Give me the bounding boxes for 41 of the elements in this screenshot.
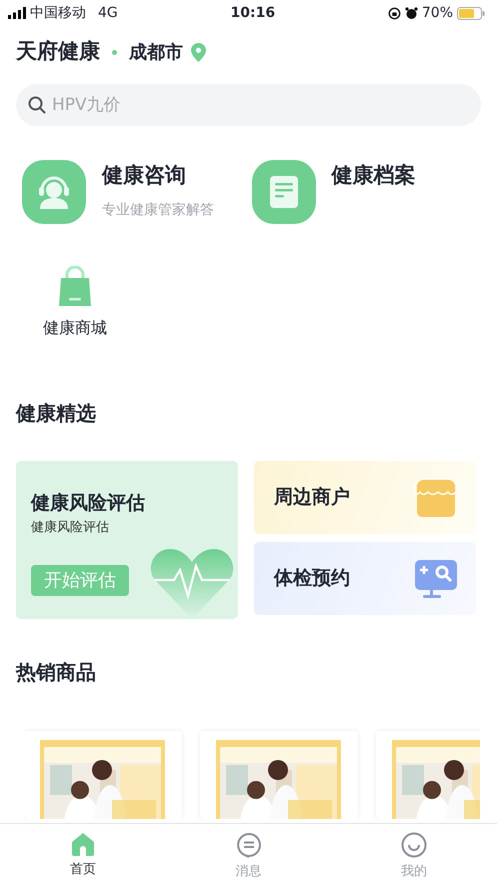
mall-entry[interactable]: 健康商城 — [36, 266, 114, 340]
alarm-icon — [404, 6, 418, 20]
home-icon — [70, 832, 95, 856]
chat-bubble-icon — [236, 832, 262, 858]
monitor-search-icon — [414, 558, 458, 598]
product-card[interactable] — [200, 731, 358, 819]
section-title: 热销商品 — [14, 659, 97, 686]
separator-dot — [112, 50, 117, 54]
tab[interactable]: 首页 — [0, 824, 166, 883]
service-tile[interactable]: 健康档案 — [252, 160, 481, 224]
signal-icon — [8, 7, 26, 19]
checkup-booking-card[interactable]: 体检预约 — [254, 542, 476, 615]
search-field[interactable]: HPV九价 — [16, 84, 481, 126]
card-subtitle: 健康风险评估 — [31, 518, 110, 536]
city-name[interactable]: 成都市 — [129, 38, 183, 66]
section-title: 健康精选 — [14, 400, 97, 427]
card-title: 体检预约 — [274, 566, 350, 592]
search-icon — [28, 96, 46, 114]
shopping-bag-icon — [57, 266, 93, 308]
card-title: 周边商户 — [274, 485, 350, 510]
network-type: 4G — [98, 4, 118, 22]
storefront-icon — [414, 478, 458, 518]
service-title: 健康档案 — [332, 162, 416, 189]
location-pin-icon — [191, 42, 206, 62]
service-title: 健康咨询 — [102, 162, 187, 189]
battery-icon — [457, 6, 485, 20]
smiley-icon — [401, 832, 428, 858]
nearby-merchants-card[interactable]: 周边商户 — [254, 461, 476, 534]
app-title: 天府健康 — [16, 38, 100, 66]
product-card[interactable] — [24, 731, 182, 819]
rotation-lock-icon — [388, 6, 401, 20]
battery-percent: 70% — [422, 4, 453, 22]
clock-time: 10:16 — [230, 4, 276, 22]
carrier-name: 中国移动 — [30, 4, 86, 22]
service-tile[interactable]: 健康咨询 专业健康管家解答 — [22, 160, 252, 224]
mall-label: 健康商城 — [43, 317, 107, 339]
service-subtitle: 专业健康管家解答 — [102, 200, 214, 220]
headset-person-icon — [36, 174, 72, 210]
document-icon — [268, 175, 298, 209]
card-title: 健康风险评估 — [31, 491, 146, 516]
risk-assessment-card[interactable]: 健康风险评估 健康风险评估 开始评估 — [16, 461, 238, 619]
